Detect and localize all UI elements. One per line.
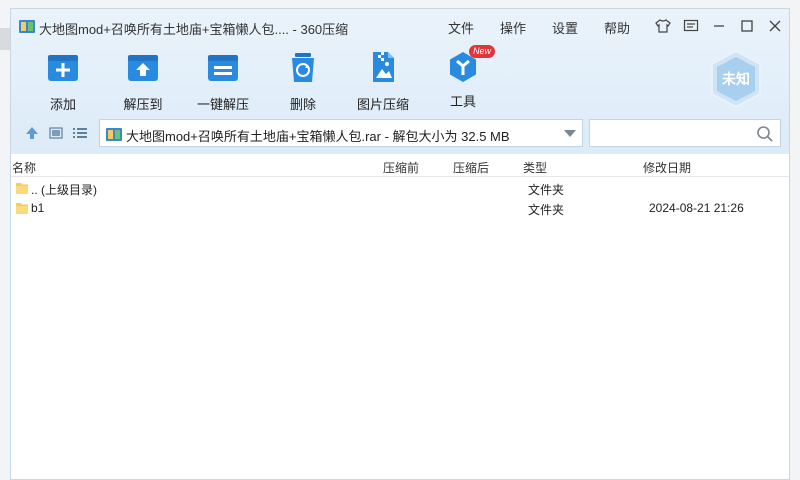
extract-to-icon xyxy=(128,55,158,81)
delete-icon xyxy=(292,53,314,82)
extract-to-button[interactable]: 解压到 xyxy=(103,45,183,112)
tools-icon-wrap: New xyxy=(445,45,495,85)
column-modified[interactable]: 修改日期 xyxy=(643,159,691,176)
new-badge: New xyxy=(468,45,495,58)
file-type: 文件夹 xyxy=(528,203,565,217)
search-box xyxy=(589,119,781,147)
folder-icon xyxy=(16,183,28,194)
window-header: 大地图mod+召唤所有土地庙+宝箱懒人包.... - 360压缩 文件 操作 设… xyxy=(11,9,789,154)
search-icon[interactable] xyxy=(756,125,774,143)
menu-help[interactable]: 帮助 xyxy=(591,18,643,37)
column-name[interactable]: 名称 xyxy=(12,159,36,176)
security-status-text: 未知 xyxy=(722,71,750,87)
file-name: b1 xyxy=(31,201,45,215)
extract-to-label: 解压到 xyxy=(123,97,163,112)
up-arrow-icon[interactable] xyxy=(23,125,41,141)
column-original-size[interactable]: 压缩前 xyxy=(383,159,419,176)
column-compressed-size[interactable]: 压缩后 xyxy=(453,159,489,176)
add-button[interactable]: 添加 xyxy=(23,45,103,112)
file-list-header: 名称 压缩前 压缩后 类型 修改日期 xyxy=(11,157,789,177)
image-compress-button[interactable]: 图片压缩 xyxy=(343,45,423,112)
tools-button[interactable]: New 工具 xyxy=(423,45,503,109)
window-title: 大地图mod+召唤所有土地庙+宝箱懒人包.... - 360压缩 xyxy=(39,22,349,37)
search-input[interactable] xyxy=(594,123,754,143)
image-compress-label: 图片压缩 xyxy=(356,97,409,112)
one-click-extract-label: 一键解压 xyxy=(196,97,249,112)
path-dropdown-icon[interactable] xyxy=(564,130,576,137)
archive-app-icon xyxy=(19,20,35,33)
add-label: 添加 xyxy=(49,97,76,112)
thumbnail-view-icon[interactable] xyxy=(47,125,65,141)
add-icon xyxy=(48,55,78,81)
app-window: 大地图mod+召唤所有土地庙+宝箱懒人包.... - 360压缩 文件 操作 设… xyxy=(10,8,790,480)
file-type: 文件夹 xyxy=(528,183,565,197)
delete-label: 删除 xyxy=(289,97,316,112)
image-compress-icon xyxy=(373,52,394,82)
one-click-extract-button[interactable]: 一键解压 xyxy=(183,45,263,112)
file-modified: 2024-08-21 21:26 xyxy=(649,201,744,215)
list-item[interactable]: b1 文件夹 2024-08-21 21:26 xyxy=(11,199,789,219)
maximize-icon[interactable] xyxy=(735,16,759,36)
file-name: .. (上级目录) xyxy=(31,183,97,197)
column-type[interactable]: 类型 xyxy=(523,159,547,176)
close-icon[interactable] xyxy=(763,16,787,36)
one-click-extract-icon xyxy=(208,55,238,81)
security-status-badge[interactable]: 未知 xyxy=(709,49,763,109)
title-bar: 大地图mod+召唤所有土地庙+宝箱懒人包.... - 360压缩 文件 操作 设… xyxy=(11,9,789,43)
menu-bar: 文件 操作 设置 帮助 xyxy=(435,18,643,37)
delete-button[interactable]: 删除 xyxy=(263,45,343,112)
minimize-icon[interactable] xyxy=(707,16,731,36)
menu-operation[interactable]: 操作 xyxy=(487,18,539,37)
folder-icon xyxy=(16,203,28,214)
main-toolbar: 添加 解压到 一键解压 删除 图片压缩 New 工具 xyxy=(11,45,711,113)
address-bar: 大地图mod+召唤所有土地庙+宝箱懒人包.rar - 解包大小为 32.5 MB xyxy=(11,118,789,148)
skin-icon[interactable] xyxy=(651,16,675,36)
archive-file-icon xyxy=(106,128,122,141)
menu-file[interactable]: 文件 xyxy=(435,18,487,37)
window-controls xyxy=(651,16,787,36)
tools-label: 工具 xyxy=(449,94,476,109)
archive-path-field[interactable]: 大地图mod+召唤所有土地庙+宝箱懒人包.rar - 解包大小为 32.5 MB xyxy=(99,119,583,147)
list-item[interactable]: .. (上级目录) 文件夹 xyxy=(11,179,789,199)
archive-path-text: 大地图mod+召唤所有土地庙+宝箱懒人包.rar - 解包大小为 32.5 MB xyxy=(126,129,510,144)
feedback-icon[interactable] xyxy=(679,16,703,36)
menu-settings[interactable]: 设置 xyxy=(539,18,591,37)
list-view-icon[interactable] xyxy=(71,125,89,141)
